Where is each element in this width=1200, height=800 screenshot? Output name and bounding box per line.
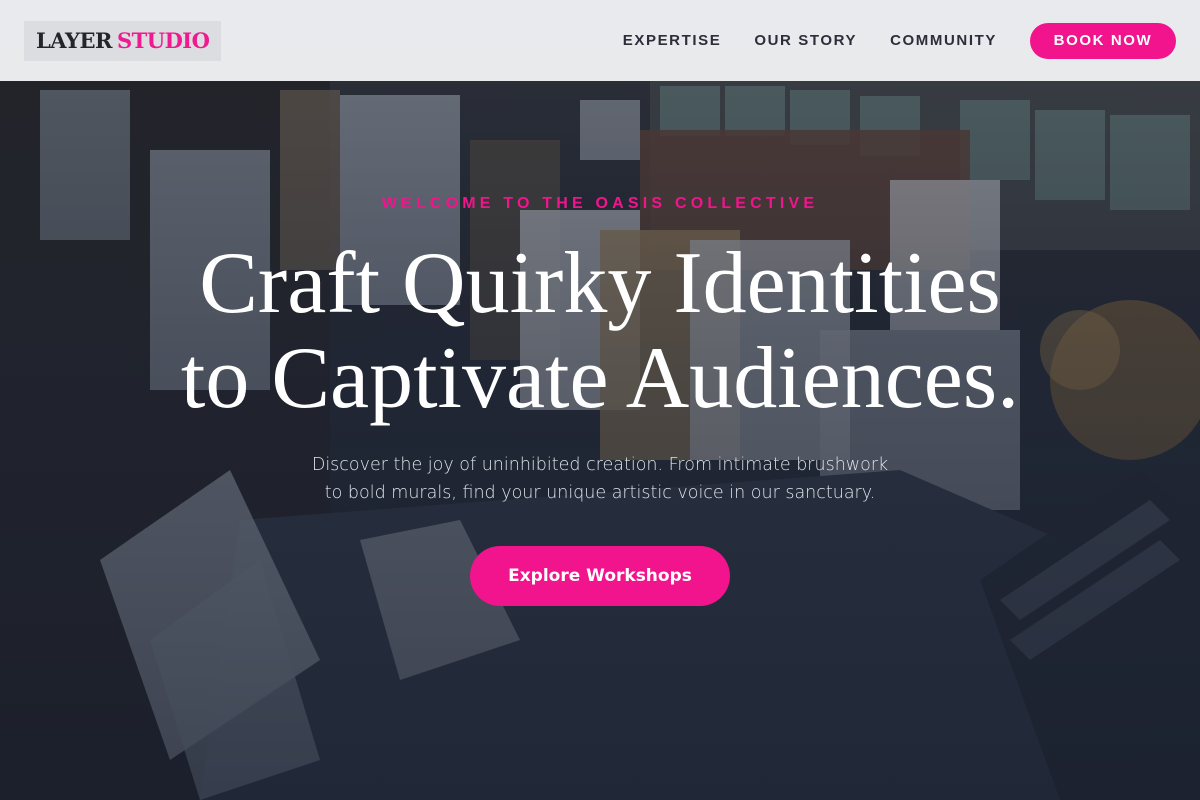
hero-headline: Craft Quirky Identities to Captivate Aud… — [0, 236, 1200, 426]
logo-accent-text: STUDIO — [116, 28, 210, 53]
headline-line-2: to Captivate Audiences. — [180, 330, 1020, 427]
top-navigation: LAYER STUDIO EXPERTISE OUR STORY COMMUNI… — [0, 0, 1200, 81]
nav-link-our-story[interactable]: OUR STORY — [754, 32, 857, 49]
headline-line-1: Craft Quirky Identities — [199, 235, 1001, 332]
book-now-button[interactable]: BOOK NOW — [1030, 22, 1176, 59]
hero-content: WELCOME TO THE OASIS COLLECTIVE Craft Qu… — [0, 0, 1200, 800]
nav-links: EXPERTISE OUR STORY COMMUNITY BOOK NOW — [623, 22, 1176, 59]
hero-eyebrow: WELCOME TO THE OASIS COLLECTIVE — [381, 195, 819, 212]
site-logo[interactable]: LAYER STUDIO — [24, 20, 222, 61]
logo-primary-text: LAYER — [36, 28, 112, 53]
subtext-line-1: Discover the joy of uninhibited creation… — [311, 455, 889, 475]
hero-subtext: Discover the joy of uninhibited creation… — [260, 451, 940, 507]
nav-link-community[interactable]: COMMUNITY — [890, 32, 997, 49]
nav-link-expertise[interactable]: EXPERTISE — [623, 32, 722, 49]
explore-workshops-button[interactable]: Explore Workshops — [470, 546, 730, 606]
subtext-line-2: to bold murals, find your unique artisti… — [324, 483, 876, 503]
